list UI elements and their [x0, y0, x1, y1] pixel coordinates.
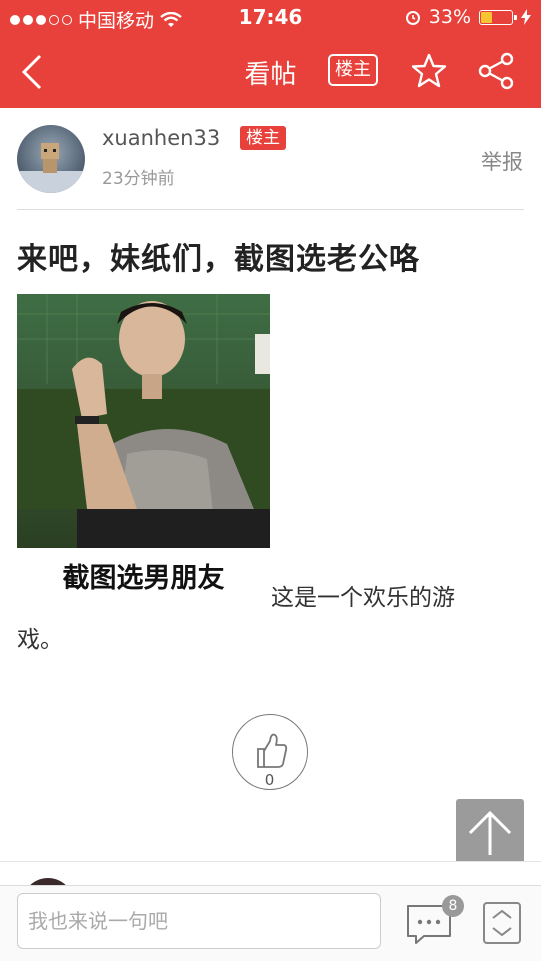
divider: [17, 209, 524, 210]
charging-icon: [521, 9, 531, 25]
page-nav-button[interactable]: [483, 902, 521, 944]
like-count: 0: [264, 771, 275, 789]
post-body-line-1: 这是一个欢乐的游: [271, 585, 455, 611]
status-right: 33%: [405, 6, 531, 28]
louzhu-filter-button[interactable]: 楼主: [328, 54, 378, 86]
share-icon[interactable]: [478, 52, 516, 90]
next-reply-peek: [0, 861, 541, 886]
battery-icon: [479, 9, 517, 25]
post-time: 23分钟前: [102, 169, 175, 189]
reply-input[interactable]: 我也来说一句吧: [17, 893, 381, 949]
top-bar: 中国移动 17:46 33% 看帖 楼主: [0, 0, 541, 108]
author-username[interactable]: xuanhen33: [102, 126, 220, 150]
alarm-icon: [405, 11, 420, 25]
thumbs-up-icon: [257, 733, 288, 768]
post-body-line-2: 戏。: [17, 627, 63, 653]
like-button[interactable]: 0: [232, 714, 308, 790]
louzhu-badge: 楼主: [240, 126, 286, 150]
back-to-top-button[interactable]: [456, 799, 524, 867]
page-title: 看帖: [244, 60, 297, 90]
avatar[interactable]: [17, 125, 85, 193]
up-down-icon: [492, 909, 512, 937]
battery-percent: 33%: [428, 6, 471, 28]
bottom-bar: 我也来说一句吧 8: [0, 885, 541, 961]
status-bar: 中国移动 17:46 33%: [0, 0, 541, 36]
report-button[interactable]: 举报: [481, 146, 523, 176]
post-title: 来吧，妹纸们，截图选老公咯: [17, 242, 420, 277]
image-caption: 截图选男朋友: [62, 563, 225, 594]
comment-count-badge: 8: [442, 895, 464, 917]
author-header: xuanhen33 楼主 23分钟前 举报: [0, 108, 541, 210]
nav-bar: 看帖 楼主: [0, 36, 541, 108]
arrow-up-icon: [468, 810, 512, 855]
post-image[interactable]: [17, 294, 270, 548]
favorite-star-icon[interactable]: [410, 52, 448, 90]
